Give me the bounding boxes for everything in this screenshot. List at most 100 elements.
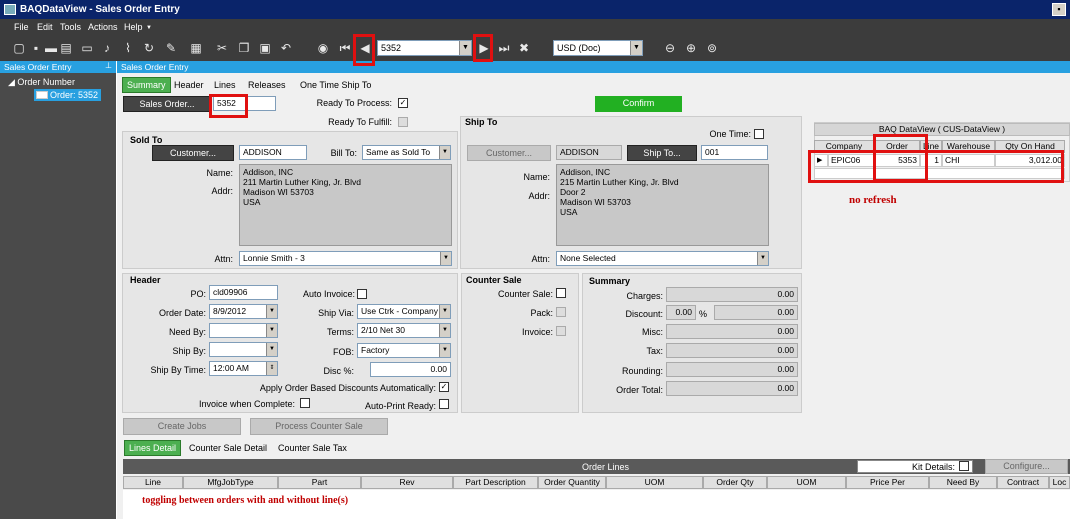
chevron-down-icon[interactable]: ▼	[757, 252, 768, 265]
new-icon[interactable]: ▢	[12, 41, 26, 55]
search-binoculars-icon[interactable]: ◉	[316, 41, 330, 55]
order-navigation-combo[interactable]: 5352 ▼	[377, 40, 472, 56]
process-counter-sale-button[interactable]: Process Counter Sale	[250, 418, 388, 435]
auto-print-checkbox[interactable]	[439, 399, 449, 409]
discount-amount-field[interactable]: 0.00	[714, 305, 798, 320]
fob-select[interactable]: Factory ▼	[357, 343, 451, 358]
ship-by-time-field[interactable]: 12:00 AM ⇕	[209, 361, 278, 376]
ship-to-customer-button[interactable]: Customer...	[467, 145, 551, 161]
chevron-down-icon[interactable]: ▼	[439, 146, 450, 159]
home-icon[interactable]: ⊚	[705, 41, 719, 55]
chevron-down-icon[interactable]: ▼	[266, 305, 277, 318]
tab-header[interactable]: Header	[170, 78, 208, 92]
sold-to-attn-select[interactable]: Lonnie Smith - 3 ▼	[239, 251, 452, 266]
chevron-down-icon[interactable]: ▼	[459, 41, 471, 55]
attach-icon[interactable]: ▭	[80, 41, 94, 55]
col-line[interactable]: Line	[123, 476, 183, 489]
open-icon[interactable]: ▤	[59, 41, 73, 55]
col-rev[interactable]: Rev	[361, 476, 453, 489]
chevron-down-icon[interactable]: ▼	[266, 343, 277, 356]
disc-field[interactable]: 0.00	[370, 362, 451, 377]
col-order-quantity[interactable]: Order Quantity	[538, 476, 606, 489]
one-time-checkbox[interactable]	[754, 129, 764, 139]
configure-button[interactable]: Configure...	[985, 459, 1068, 474]
copy-icon[interactable]: ❐	[237, 41, 251, 55]
confirm-button[interactable]: Confirm	[595, 96, 682, 112]
ready-to-fulfill-checkbox[interactable]	[398, 117, 408, 127]
ready-to-process-checkbox[interactable]: ✓	[398, 98, 408, 108]
refresh-icon[interactable]: ↻	[142, 41, 156, 55]
col-uom[interactable]: UOM	[606, 476, 703, 489]
chevron-down-icon[interactable]: ▼	[440, 252, 451, 265]
menu-tools[interactable]: Tools	[60, 22, 81, 32]
ship-by-field[interactable]: ▼	[209, 342, 278, 357]
col-order-qty[interactable]: Order Qty	[703, 476, 767, 489]
create-jobs-button[interactable]: Create Jobs	[123, 418, 241, 435]
tab-releases[interactable]: Releases	[244, 78, 290, 92]
order-date-field[interactable]: 8/9/2012 ▼	[209, 304, 278, 319]
close-record-icon[interactable]: ✖	[517, 41, 531, 55]
kit-details-checkbox[interactable]	[959, 461, 969, 471]
col-uom-2[interactable]: UOM	[767, 476, 846, 489]
first-record-icon[interactable]: ⏮	[338, 41, 352, 55]
misc-field[interactable]: 0.00	[666, 324, 798, 339]
window-control-button[interactable]: ▪	[1052, 3, 1066, 16]
rounding-field[interactable]: 0.00	[666, 362, 798, 377]
need-by-field[interactable]: ▼	[209, 323, 278, 338]
col-contract[interactable]: Contract	[997, 476, 1049, 489]
ship-to-customer-field[interactable]: ADDISON	[556, 145, 622, 160]
sold-to-customer-button[interactable]: Customer...	[152, 145, 234, 161]
col-price-per[interactable]: Price Per	[846, 476, 929, 489]
chevron-down-icon[interactable]: ▼	[439, 344, 450, 357]
pin-icon[interactable]: ⊥	[105, 61, 112, 70]
tax-field[interactable]: 0.00	[666, 343, 798, 358]
tab-summary[interactable]: Summary	[122, 77, 171, 93]
currency-combo[interactable]: USD (Doc) ▼	[553, 40, 643, 56]
invoice-checkbox[interactable]	[556, 326, 566, 336]
forward-icon[interactable]: ⊕	[684, 41, 698, 55]
paperclip-icon[interactable]: ⌇	[121, 41, 135, 55]
spin-stepper-icon[interactable]: ⇕	[266, 362, 277, 375]
auto-invoice-checkbox[interactable]	[357, 289, 367, 299]
sold-to-customer-field[interactable]: ADDISON	[239, 145, 307, 160]
col-loc[interactable]: Loc	[1049, 476, 1070, 489]
tab-lines-detail[interactable]: Lines Detail	[124, 440, 182, 456]
save-icon[interactable]: ▪	[29, 41, 43, 55]
chevron-down-icon[interactable]: ▼	[266, 324, 277, 337]
col-need-by[interactable]: Need By	[929, 476, 997, 489]
terms-select[interactable]: 2/10 Net 30 ▼	[357, 323, 451, 338]
print-icon[interactable]: ▦	[189, 41, 203, 55]
discount-percent-field[interactable]: 0.00	[666, 305, 696, 320]
ship-to-attn-select[interactable]: None Selected ▼	[556, 251, 769, 266]
menu-help[interactable]: Help	[124, 22, 143, 32]
order-total-field[interactable]: 0.00	[666, 381, 798, 396]
chevron-down-icon[interactable]: ▼	[630, 41, 642, 55]
po-field[interactable]: cld09906	[209, 285, 278, 300]
menu-edit[interactable]: Edit	[37, 22, 53, 32]
ship-to-field[interactable]: 001	[701, 145, 768, 160]
tab-counter-sale-tax[interactable]: Counter Sale Tax	[274, 441, 351, 455]
charges-field[interactable]: 0.00	[666, 287, 798, 302]
chevron-down-icon[interactable]: ▼	[439, 324, 450, 337]
bill-to-select[interactable]: Same as Sold To ▼	[362, 145, 451, 160]
undo-icon[interactable]: ↶	[279, 41, 293, 55]
help-chevron-icon[interactable]: ▼	[146, 25, 152, 31]
ship-to-button[interactable]: Ship To...	[627, 145, 697, 161]
sales-order-button[interactable]: Sales Order...	[123, 96, 211, 112]
delete-icon[interactable]: ▬	[44, 41, 58, 55]
chevron-down-icon[interactable]: ▼	[439, 305, 450, 318]
counter-sale-checkbox[interactable]	[556, 288, 566, 298]
note-icon[interactable]: ♪	[100, 41, 114, 55]
tree-root[interactable]: ◢ Order Number	[8, 77, 75, 88]
tab-lines[interactable]: Lines	[210, 78, 240, 92]
col-part[interactable]: Part	[278, 476, 361, 489]
last-record-icon[interactable]: ⏭	[497, 41, 511, 55]
menu-file[interactable]: File	[14, 22, 29, 32]
tree-node-order[interactable]: Order: 5352	[34, 89, 102, 101]
menu-actions[interactable]: Actions	[88, 22, 118, 32]
pack-checkbox[interactable]	[556, 307, 566, 317]
col-mfg-job-type[interactable]: MfgJobType	[183, 476, 278, 489]
ship-via-select[interactable]: Use Ctrk - Company ▼	[357, 304, 451, 319]
apply-discounts-checkbox[interactable]: ✓	[439, 382, 449, 392]
invoice-complete-checkbox[interactable]	[300, 398, 310, 408]
